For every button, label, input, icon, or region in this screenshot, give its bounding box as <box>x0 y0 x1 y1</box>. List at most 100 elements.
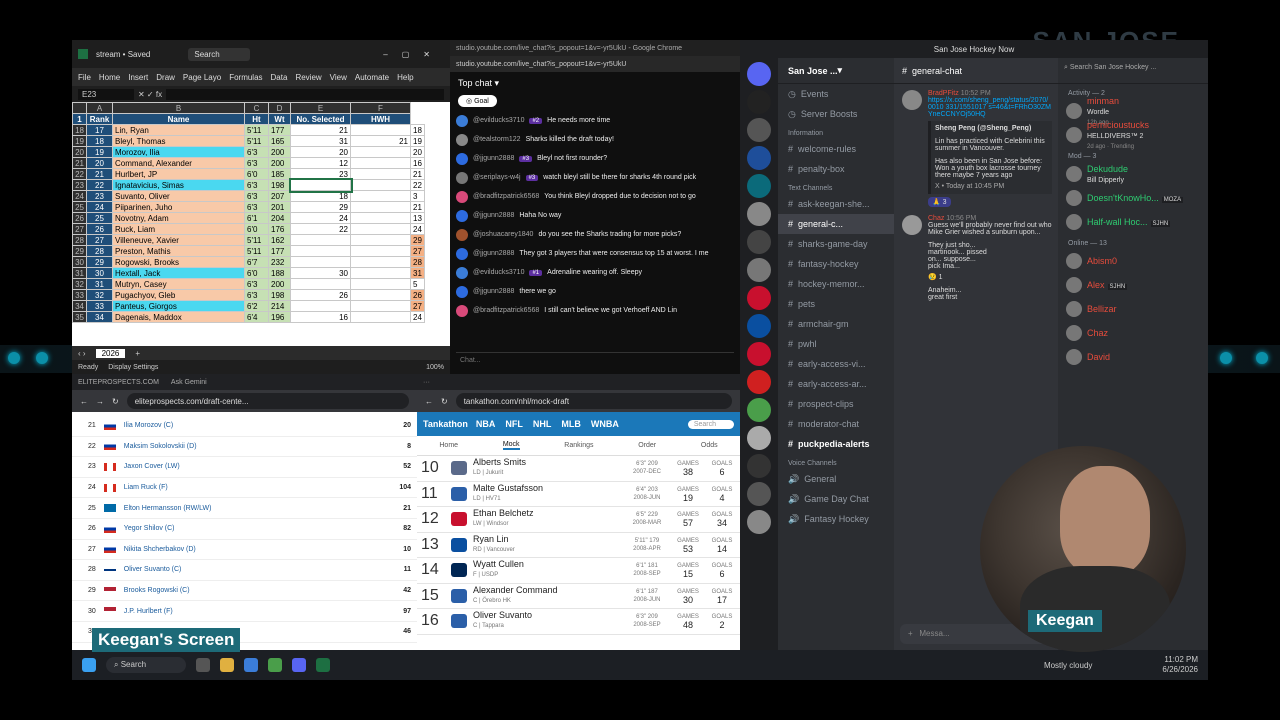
menu-item[interactable]: Automate <box>355 73 389 82</box>
chat-username[interactable]: @jjgunn2888 <box>473 212 514 219</box>
mock-pick-row[interactable]: 15 Alexander Command C | Örebro HK 6'1" 187… <box>417 584 740 609</box>
server-icon[interactable] <box>747 258 771 282</box>
channel-item[interactable]: # pwhl <box>778 334 894 354</box>
table-row[interactable]: 33 32 Pugachyov, Gleb 6'3 198 26 26 <box>72 289 425 301</box>
row-number[interactable]: 23 <box>72 179 87 191</box>
rank-cell[interactable]: 28 <box>86 245 113 257</box>
weight-cell[interactable]: 207 <box>268 190 291 202</box>
channel-item[interactable]: 🔊 General <box>778 469 894 489</box>
extra-cell[interactable]: 26 <box>410 289 425 301</box>
column-letter[interactable]: C <box>244 102 269 114</box>
selected-cell[interactable]: 23 <box>290 168 351 180</box>
clock[interactable]: 11:02 PM 6/26/2026 <box>1162 655 1198 675</box>
player-name[interactable]: Ryan Lin <box>473 534 509 544</box>
server-icon[interactable] <box>747 482 771 506</box>
row-number[interactable]: 31 <box>72 267 87 279</box>
table-row[interactable]: 32 31 Mutryn, Casey 6'3 200 5 <box>72 278 425 290</box>
member-item[interactable]: pernicioustucks HELLDIVERS™ 2 2d ago · Tre… <box>1058 120 1208 150</box>
league-link[interactable]: WNBA <box>591 419 619 429</box>
channel-item[interactable]: # armchair-gm <box>778 314 894 334</box>
name-cell[interactable]: Command, Alexander <box>112 157 245 169</box>
extra-cell[interactable]: 31 <box>410 267 425 279</box>
row-number[interactable]: 1 <box>72 113 87 125</box>
height-cell[interactable]: 6'0 <box>244 168 269 180</box>
chat-username[interactable]: @joshuacarey1840 <box>473 231 533 238</box>
category-text[interactable]: Text Channels <box>778 179 894 194</box>
extra-cell[interactable]: 3 <box>410 190 425 202</box>
menu-item[interactable]: Review <box>295 73 321 82</box>
extra-cell[interactable]: 18 <box>410 124 425 136</box>
selected-cell[interactable] <box>288 177 353 193</box>
server-icon[interactable] <box>747 62 771 86</box>
server-icon[interactable] <box>747 146 771 170</box>
windows-start-icon[interactable] <box>82 658 96 672</box>
sheet-tab[interactable]: 2026 <box>95 348 126 358</box>
selected-cell[interactable]: 20 <box>290 146 351 158</box>
extra-cell[interactable]: 28 <box>410 256 425 268</box>
hwh-cell[interactable] <box>350 267 411 279</box>
row-number[interactable]: 21 <box>72 157 87 169</box>
channel-item[interactable]: # pets <box>778 294 894 314</box>
rank-cell[interactable]: 31 <box>86 278 113 290</box>
player-link[interactable]: Liam Ruck (F) <box>124 484 383 491</box>
server-icon[interactable] <box>747 286 771 310</box>
table-row[interactable]: 27 26 Ruck, Liam 6'0 176 22 24 <box>72 223 425 235</box>
name-cell[interactable]: Villeneuve, Xavier <box>112 234 245 246</box>
selected-cell[interactable]: 21 <box>290 124 351 136</box>
display-settings[interactable]: Display Settings <box>108 364 158 371</box>
table-row[interactable]: 20 19 Morozov, Ilia 6'3 200 20 20 <box>72 146 425 158</box>
chat-message[interactable]: @evilducks3710 #2 He needs more time <box>450 111 740 130</box>
weight-cell[interactable]: 162 <box>268 234 291 246</box>
task-view-icon[interactable] <box>196 658 211 672</box>
tab-gemini[interactable]: Ask Gemini <box>171 379 207 386</box>
category-voice[interactable]: Voice Channels <box>778 454 894 469</box>
channel-item[interactable]: # early-access-ar... <box>778 374 894 394</box>
member-item[interactable]: Half-wall Hoc... SJHN <box>1058 210 1208 234</box>
draft-row[interactable]: 21 Ilia Morozov (C) 20 <box>72 416 417 437</box>
league-link[interactable]: NFL <box>505 419 523 429</box>
msg-link[interactable]: https://x.com/sheng_peng/status/2070/001… <box>928 97 1052 118</box>
rank-cell[interactable]: 24 <box>86 201 113 213</box>
draft-row[interactable]: 30 J.P. Hurlbert (F) 97 <box>72 601 417 622</box>
chat-message[interactable]: @jjgunn2888 Haha No way <box>450 206 740 225</box>
reaction[interactable]: 🙏 3 <box>928 197 951 207</box>
height-cell[interactable]: 6'3 <box>244 146 269 158</box>
player-name[interactable]: Alexander Command <box>473 585 558 595</box>
weight-cell[interactable]: 204 <box>268 212 291 224</box>
yt-url[interactable]: studio.youtube.com/live_chat?is_popout=1… <box>450 56 740 72</box>
file-explorer-icon[interactable] <box>220 658 235 672</box>
hwh-cell[interactable] <box>350 300 411 312</box>
column-header[interactable]: Ht <box>244 113 269 125</box>
extra-cell[interactable]: 29 <box>410 234 425 246</box>
mock-pick-row[interactable]: 14 Wyatt Cullen F | USDP 6'1" 181 2008-SEP GA… <box>417 558 740 584</box>
add-sheet-icon[interactable]: + <box>135 349 140 358</box>
player-name[interactable]: Wyatt Cullen <box>473 559 524 569</box>
row-number[interactable]: 34 <box>72 300 87 312</box>
hwh-cell[interactable] <box>350 190 411 202</box>
height-cell[interactable]: 6'3 <box>244 190 269 202</box>
height-cell[interactable]: 6'0 <box>244 223 269 235</box>
name-cell[interactable]: Novotny, Adam <box>112 212 245 224</box>
selected-cell[interactable]: 31 <box>290 135 351 147</box>
table-row[interactable]: 18 17 Lin, Ryan 5'11 177 21 18 <box>72 124 425 136</box>
height-cell[interactable]: 6'0 <box>244 267 269 279</box>
rank-cell[interactable]: 20 <box>86 157 113 169</box>
weight-cell[interactable]: 185 <box>268 168 291 180</box>
selected-cell[interactable]: 16 <box>290 311 351 323</box>
table-row[interactable]: 29 28 Preston, Mathis 5'11 177 27 <box>72 245 425 257</box>
chat-message[interactable]: @jjgunn2888 They got 3 players that were … <box>450 244 740 263</box>
name-cell[interactable]: Dagenais, Maddox <box>112 311 245 323</box>
chat-message[interactable]: @tealstorm122 Sharks killed the draft tod… <box>450 130 740 149</box>
table-row[interactable]: 21 20 Command, Alexander 6'3 200 12 16 <box>72 157 425 169</box>
column-header[interactable]: Wt <box>268 113 291 125</box>
player-link[interactable]: Maksim Sokolovskii (D) <box>124 443 383 450</box>
excel-search[interactable]: Search <box>188 47 250 61</box>
menu-item[interactable]: Data <box>271 73 288 82</box>
chat-username[interactable]: @jjgunn2888 <box>473 250 514 257</box>
player-link[interactable]: Jaxon Cover (LW) <box>124 463 383 470</box>
server-icon[interactable] <box>747 342 771 366</box>
row-number[interactable]: 22 <box>72 168 87 180</box>
hwh-cell[interactable] <box>350 168 411 180</box>
height-cell[interactable]: 5'11 <box>244 124 269 136</box>
server-icon[interactable] <box>747 90 771 114</box>
